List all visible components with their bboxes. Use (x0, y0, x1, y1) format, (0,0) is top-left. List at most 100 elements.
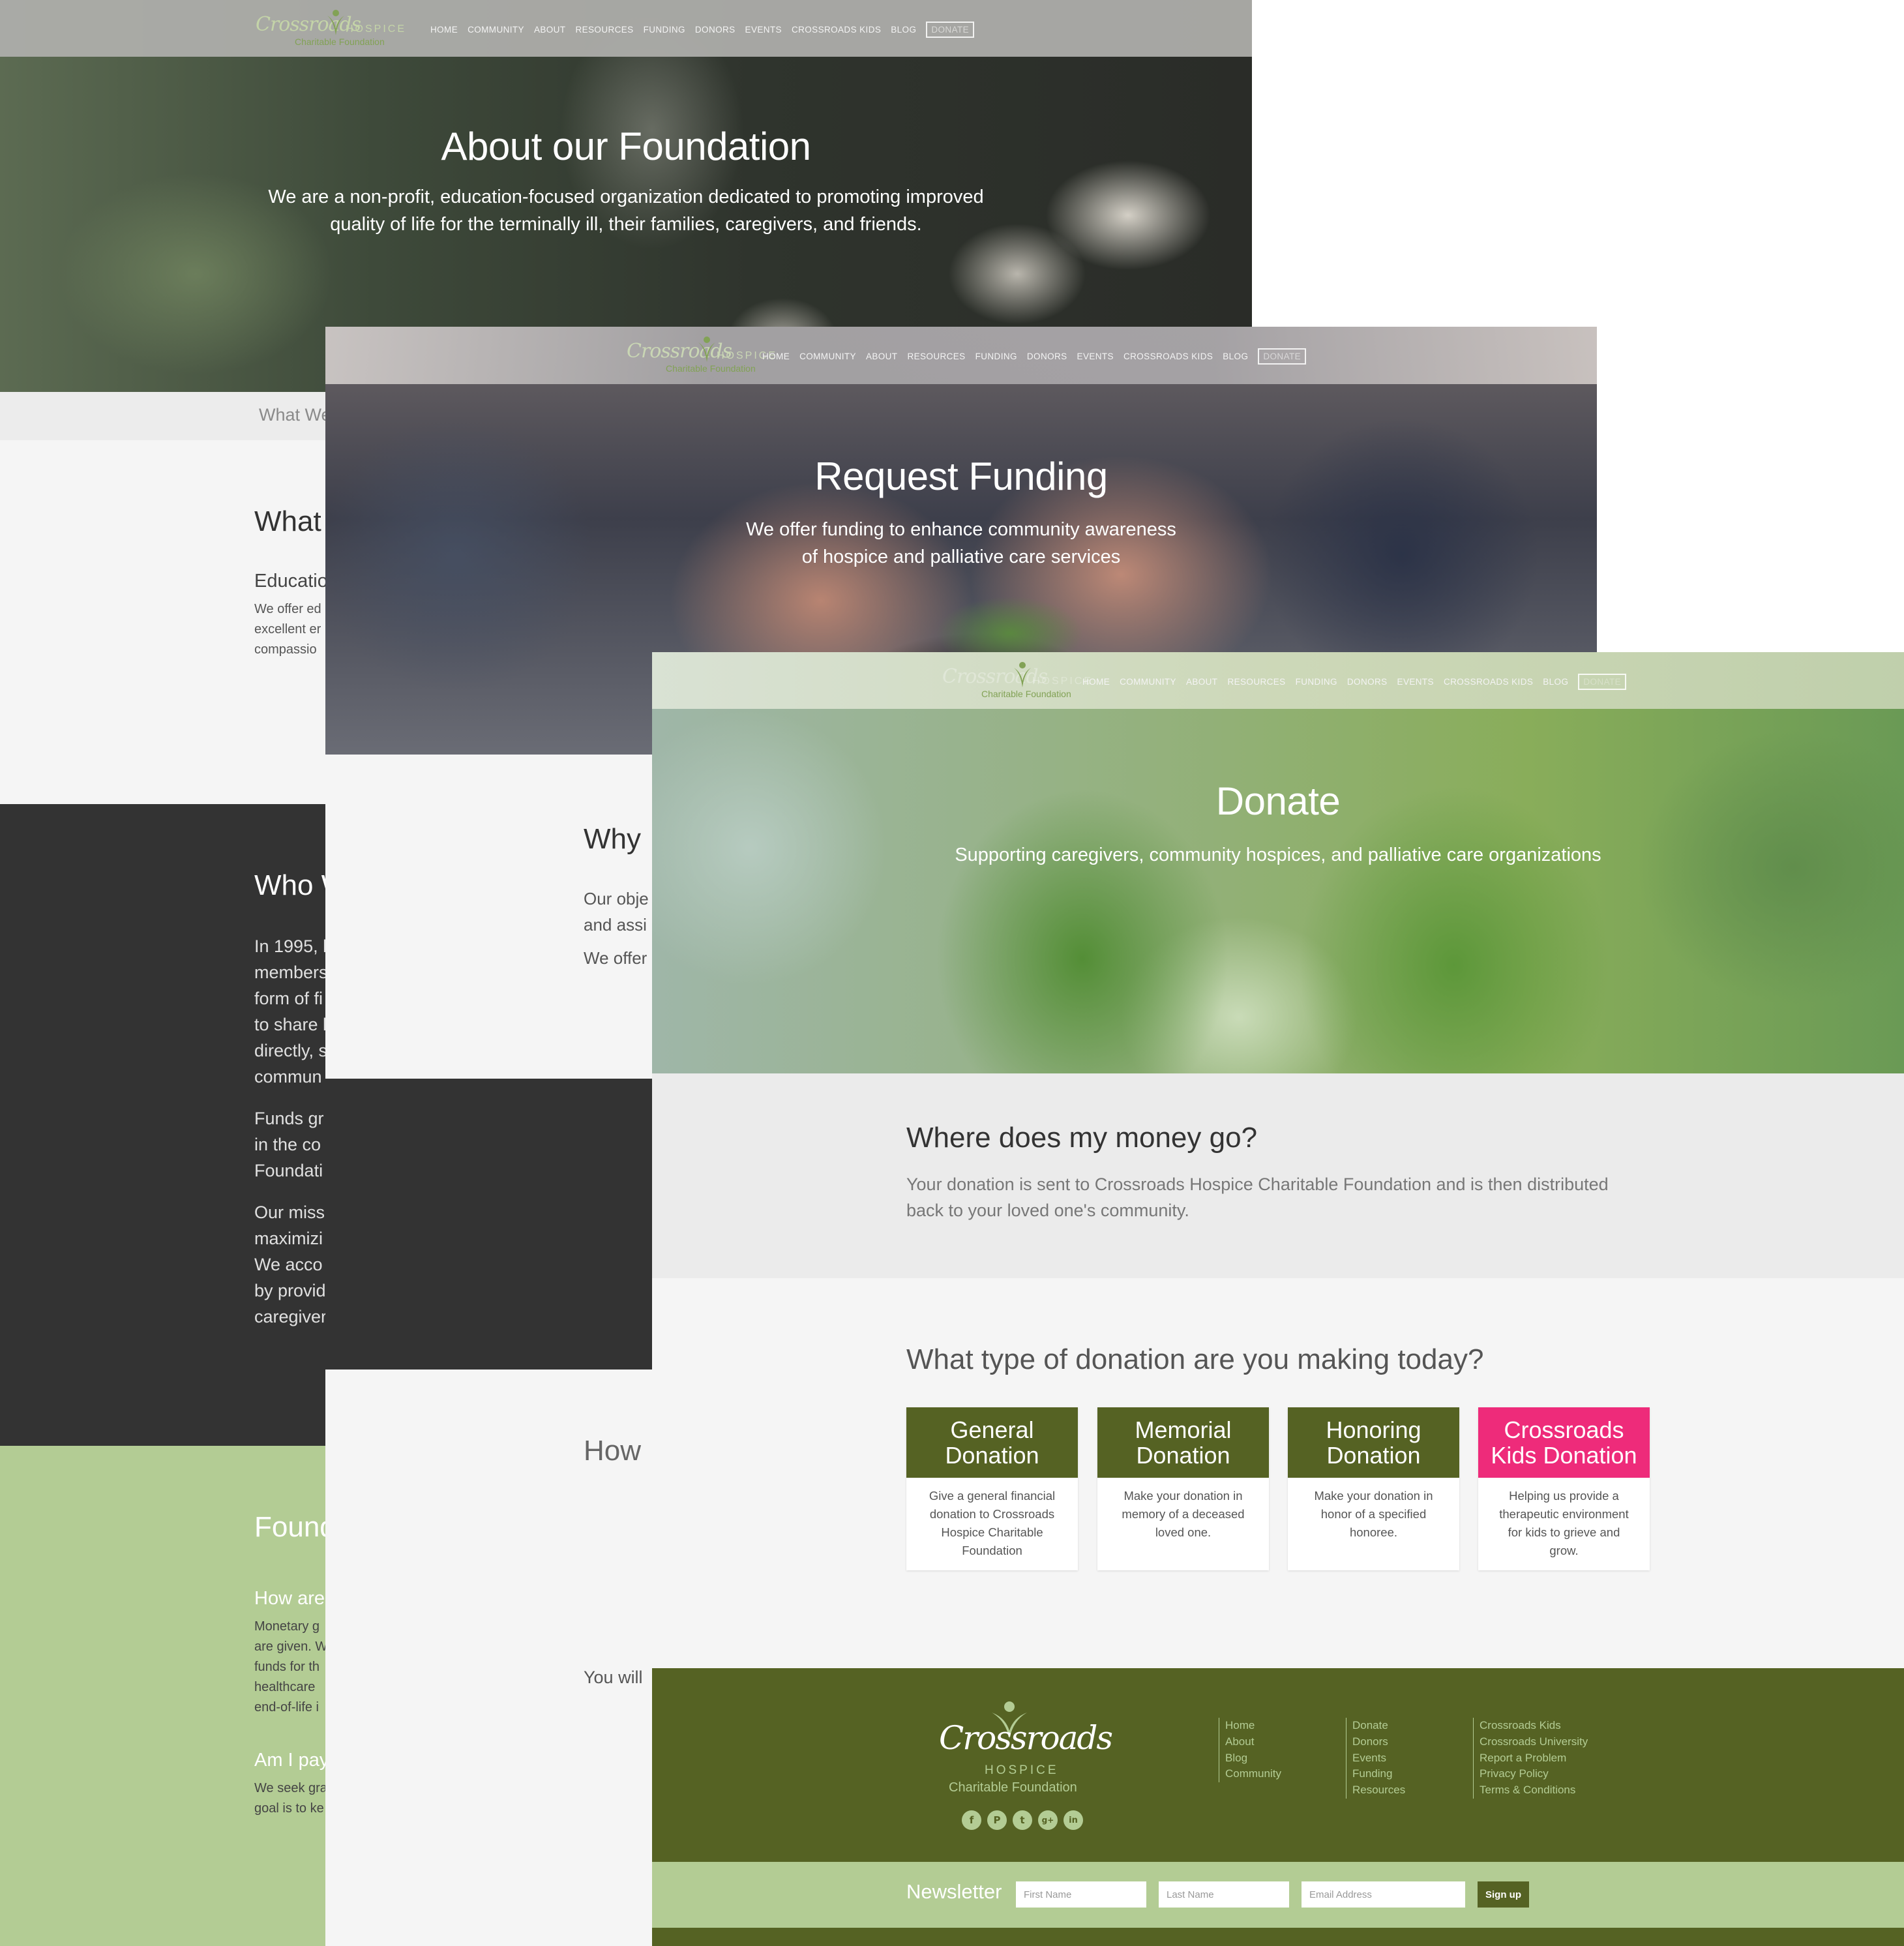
email-input[interactable] (1302, 1881, 1465, 1908)
card-description: Give a general financial donation to Cro… (929, 1489, 1056, 1557)
nav-home[interactable]: HOME (430, 25, 458, 35)
footer-logo[interactable]: Crossroads HOSPICE Charitable Foundation (939, 1701, 1113, 1799)
google-plus-icon[interactable]: g+ (1038, 1810, 1058, 1830)
nav-resources[interactable]: RESOURCES (907, 352, 965, 361)
logo-figure-icon (327, 10, 344, 35)
footer-link-home[interactable]: Home (1225, 1718, 1281, 1734)
main-menu: HOME COMMUNITY ABOUT RESOURCES FUNDING D… (1082, 674, 1627, 690)
nav-donate-button[interactable]: DONATE (926, 22, 975, 38)
donation-type-heading: What type of donation are you making tod… (906, 1343, 1484, 1375)
nav-about[interactable]: ABOUT (1186, 677, 1218, 687)
donate-page-screenshot: Donate Supporting caregivers, community … (652, 652, 1904, 1946)
card-title: General Donation (906, 1407, 1078, 1478)
donate-hero-title: Donate (1215, 779, 1341, 823)
about-hero-subtitle-1: We are a non-profit, education-focused o… (268, 187, 984, 207)
main-menu: HOME COMMUNITY ABOUT RESOURCES FUNDING D… (762, 348, 1307, 365)
footer-link-donate[interactable]: Donate (1352, 1718, 1405, 1734)
logo-hospice: HOSPICE (346, 23, 407, 35)
nav-home[interactable]: HOME (1082, 677, 1110, 687)
nav-blog[interactable]: BLOG (1223, 352, 1248, 361)
nav-blog[interactable]: BLOG (891, 25, 916, 35)
nav-donors[interactable]: DONORS (1027, 352, 1067, 361)
nav-about[interactable]: ABOUT (866, 352, 898, 361)
education-line-1: We offer ed (254, 602, 321, 616)
nav-donate-button[interactable]: DONATE (1578, 674, 1627, 690)
why-line-1: Our obje (584, 889, 649, 908)
site-logo[interactable]: Crossroads HOSPICE Charitable Foundation (256, 9, 412, 48)
footer-link-blog[interactable]: Blog (1225, 1750, 1281, 1767)
last-name-input[interactable] (1159, 1881, 1289, 1908)
footer-link-crossroads-kids[interactable]: Crossroads Kids (1480, 1718, 1588, 1734)
nav-donors[interactable]: DONORS (695, 25, 736, 35)
footer-link-events[interactable]: Events (1352, 1750, 1405, 1767)
nav-community[interactable]: COMMUNITY (799, 352, 856, 361)
nav-funding[interactable]: FUNDING (975, 352, 1017, 361)
footer-link-community[interactable]: Community (1225, 1766, 1281, 1782)
who-p3-line: maximizi (254, 1229, 323, 1248)
faq-heading: Found (254, 1511, 336, 1543)
nav-events[interactable]: EVENTS (1397, 677, 1434, 687)
nav-community[interactable]: COMMUNITY (1120, 677, 1176, 687)
where-money-section: Where does my money go? Your donation is… (652, 1073, 1904, 1278)
nav-resources[interactable]: RESOURCES (575, 25, 633, 35)
nav-events[interactable]: EVENTS (1077, 352, 1114, 361)
site-logo[interactable]: Crossroads HOSPICE Charitable Foundation (942, 661, 1099, 700)
nav-events[interactable]: EVENTS (745, 25, 782, 35)
footer-link-donors[interactable]: Donors (1352, 1734, 1405, 1750)
nav-blog[interactable]: BLOG (1543, 677, 1568, 687)
nav-crossroads-kids[interactable]: CROSSROADS KIDS (792, 25, 881, 35)
nav-crossroads-kids[interactable]: CROSSROADS KIDS (1123, 352, 1213, 361)
money-body-line-1: Your donation is sent to Crossroads Hosp… (906, 1175, 1609, 1194)
honoring-donation-card[interactable]: Honoring Donation Make your donation in … (1288, 1407, 1459, 1570)
pinterest-icon[interactable]: P (987, 1810, 1007, 1830)
footer-link-funding[interactable]: Funding (1352, 1766, 1405, 1782)
footer-link-resources[interactable]: Resources (1352, 1782, 1405, 1799)
education-heading: Educatio (254, 571, 328, 591)
footer-link-report-problem[interactable]: Report a Problem (1480, 1750, 1588, 1767)
education-line-2: excellent er (254, 622, 321, 636)
nav-community[interactable]: COMMUNITY (468, 25, 524, 35)
footer-link-about[interactable]: About (1225, 1734, 1281, 1750)
facebook-icon[interactable]: f (962, 1810, 981, 1830)
first-name-input[interactable] (1016, 1881, 1146, 1908)
footer-logo-script: Crossroads (939, 1719, 1113, 1757)
nav-funding[interactable]: FUNDING (644, 25, 685, 35)
faq-a2-line: We seek gra (254, 1781, 327, 1795)
nav-donate-button[interactable]: DONATE (1258, 348, 1307, 365)
footer-links-col-1: Home About Blog Community (1219, 1718, 1281, 1783)
tab-what-we-do[interactable]: What We (259, 405, 331, 425)
nav-crossroads-kids[interactable]: CROSSROADS KIDS (1444, 677, 1533, 687)
footer-link-crossroads-university[interactable]: Crossroads University (1480, 1734, 1588, 1750)
crossroads-kids-donation-card[interactable]: Crossroads Kids Donation Helping us prov… (1478, 1407, 1650, 1570)
nav-donors[interactable]: DONORS (1347, 677, 1388, 687)
what-heading: What (254, 505, 321, 537)
signup-button[interactable]: Sign up (1478, 1881, 1529, 1908)
footer-link-terms[interactable]: Terms & Conditions (1480, 1782, 1588, 1799)
site-logo[interactable]: Crossroads HOSPICE Charitable Foundation (627, 336, 783, 375)
education-line-3: compassio (254, 642, 317, 657)
general-donation-card[interactable]: General Donation Give a general financia… (906, 1407, 1078, 1570)
footer-logo-hospice: HOSPICE (985, 1763, 1059, 1777)
why-heading: Why (584, 823, 641, 855)
funding-hero-title: Request Funding (814, 455, 1108, 498)
nav-funding[interactable]: FUNDING (1296, 677, 1337, 687)
who-paragraph-2: Funds gr in the co Foundati (254, 1105, 324, 1184)
who-paragraph-3: Our miss maximizi We acco by provid care… (254, 1199, 327, 1330)
who-p3-line: caregiver (254, 1307, 327, 1326)
linkedin-icon[interactable]: in (1064, 1810, 1083, 1830)
who-p1-line: commun (254, 1067, 322, 1086)
nav-home[interactable]: HOME (762, 352, 790, 361)
logo-foundation: Charitable Foundation (295, 37, 385, 47)
memorial-donation-card[interactable]: Memorial Donation Make your donation in … (1097, 1407, 1269, 1570)
who-p3-line: by provid (254, 1281, 326, 1300)
who-p2-line: in the co (254, 1135, 321, 1154)
card-title: Honoring Donation (1288, 1407, 1459, 1478)
card-description: Make your donation in memory of a deceas… (1122, 1489, 1245, 1539)
footer-link-privacy-policy[interactable]: Privacy Policy (1480, 1766, 1588, 1782)
nav-about[interactable]: ABOUT (534, 25, 566, 35)
social-links: f P t g+ in (962, 1810, 1083, 1830)
nav-resources[interactable]: RESOURCES (1227, 677, 1285, 687)
who-p1-line: directly, s (254, 1041, 328, 1060)
twitter-icon[interactable]: t (1013, 1810, 1032, 1830)
who-p3-line: Our miss (254, 1203, 325, 1222)
